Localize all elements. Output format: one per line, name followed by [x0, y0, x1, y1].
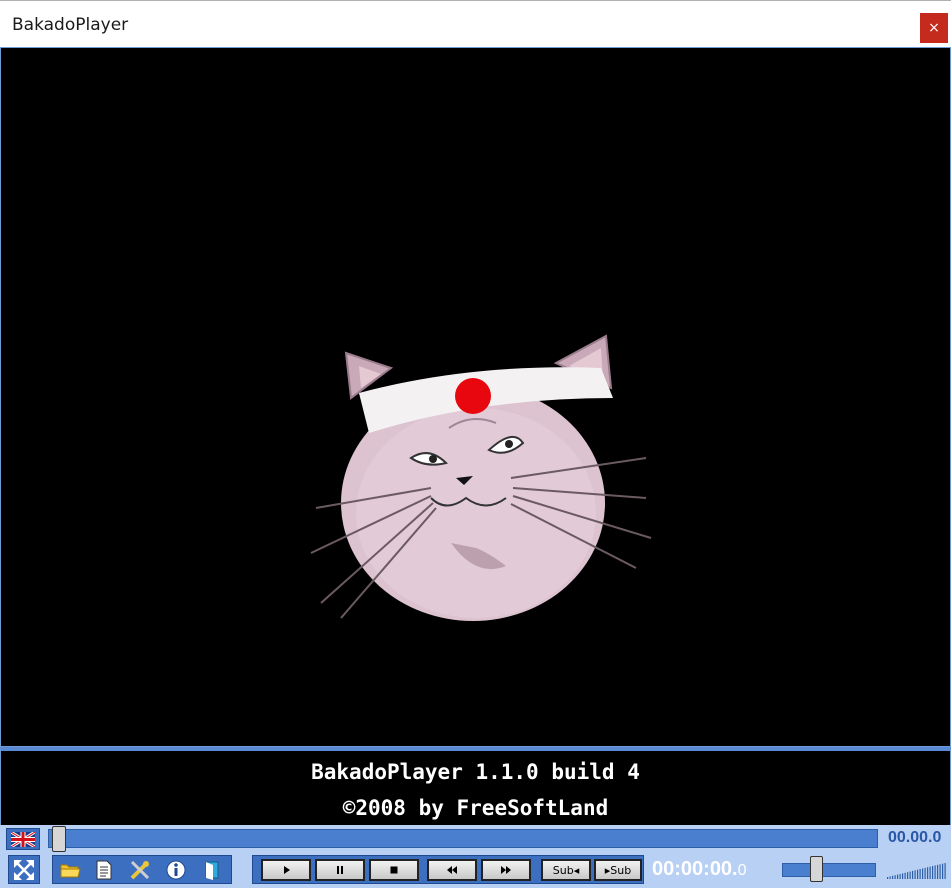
fast-forward-button[interactable]	[481, 859, 531, 881]
volume-meter-bar	[914, 870, 916, 879]
pause-icon	[337, 866, 343, 874]
seek-row: 00.00.0	[0, 825, 951, 853]
volume-meter-bar	[894, 875, 896, 879]
info-icon	[166, 860, 186, 880]
subtitle-next-button[interactable]: ▸Sub	[594, 859, 642, 881]
playlist-button[interactable]	[91, 858, 117, 882]
volume-meter-bar	[907, 872, 909, 879]
stop-button[interactable]	[369, 859, 419, 881]
volume-meter-bar	[932, 866, 934, 879]
volume-meter-icon	[887, 863, 946, 879]
title-bar: BakadoPlayer ×	[0, 0, 951, 48]
volume-thumb[interactable]	[810, 856, 823, 882]
seek-bar[interactable]	[48, 829, 878, 848]
volume-meter-bar	[887, 877, 889, 879]
volume-meter-bar	[924, 867, 926, 879]
volume-meter-bar	[897, 874, 899, 879]
volume-meter-bar	[917, 869, 919, 879]
play-button[interactable]	[261, 859, 311, 881]
video-area[interactable]	[0, 47, 951, 747]
button-row: Sub◂ ▸Sub 00:00:00.0	[0, 853, 951, 888]
version-text: BakadoPlayer 1.1.0 build 4	[311, 760, 640, 784]
tools-icon	[130, 860, 150, 880]
volume-meter-bar	[929, 866, 931, 879]
volume-meter-bar	[902, 873, 904, 879]
volume-meter-bar	[904, 872, 906, 879]
window-title: BakadoPlayer	[12, 15, 129, 35]
play-icon	[284, 866, 290, 874]
volume-slider[interactable]	[782, 863, 876, 877]
volume-meter-bar	[927, 867, 929, 879]
total-time: 00.00.0	[888, 829, 942, 846]
rewind-icon	[447, 866, 457, 874]
copyright-text: ©2008 by FreeSoftLand	[342, 796, 609, 820]
seek-thumb[interactable]	[52, 826, 66, 852]
volume-meter-bar	[919, 869, 921, 879]
uk-flag-icon	[11, 831, 35, 847]
open-file-button[interactable]	[57, 858, 83, 882]
fast-forward-icon	[501, 866, 511, 874]
fullscreen-button[interactable]	[8, 855, 40, 884]
stop-icon	[390, 866, 398, 874]
control-panel: 00.00.0 Sub◂ ▸Sub 00:00:00.0	[0, 825, 951, 888]
volume-meter-bar	[944, 863, 946, 879]
transport-bar: Sub◂ ▸Sub	[252, 855, 644, 884]
volume-meter-bar	[912, 870, 914, 879]
subtitle-prev-button[interactable]: Sub◂	[541, 859, 591, 881]
skin-button[interactable]	[199, 858, 225, 882]
volume-meter-bar	[939, 864, 941, 879]
settings-button[interactable]	[127, 858, 153, 882]
volume-meter-bar	[899, 873, 901, 879]
pause-button[interactable]	[315, 859, 365, 881]
info-banner: BakadoPlayer 1.1.0 build 4 ©2008 by Free…	[0, 747, 951, 825]
tool-group	[52, 855, 232, 884]
volume-meter-bar	[937, 864, 939, 879]
fullscreen-arrows-icon	[14, 859, 34, 880]
language-button[interactable]	[6, 828, 40, 850]
current-time-main: 00:00:00.	[652, 858, 738, 880]
info-button[interactable]	[163, 858, 189, 882]
close-button[interactable]: ×	[920, 13, 948, 43]
current-time-fraction: 0	[737, 862, 747, 879]
skin-icon	[205, 861, 219, 880]
volume-meter-bar	[942, 863, 944, 879]
folder-icon	[60, 864, 81, 878]
volume-meter-bar	[922, 868, 924, 879]
rewind-button[interactable]	[427, 859, 477, 881]
document-icon	[96, 860, 112, 880]
volume-meter-bar	[892, 875, 894, 879]
cat-logo-icon	[310, 334, 652, 621]
volume-meter-bar	[909, 871, 911, 879]
current-time: 00:00:00.0	[652, 858, 747, 881]
volume-meter-bar	[889, 876, 891, 879]
volume-meter-bar	[934, 865, 936, 879]
